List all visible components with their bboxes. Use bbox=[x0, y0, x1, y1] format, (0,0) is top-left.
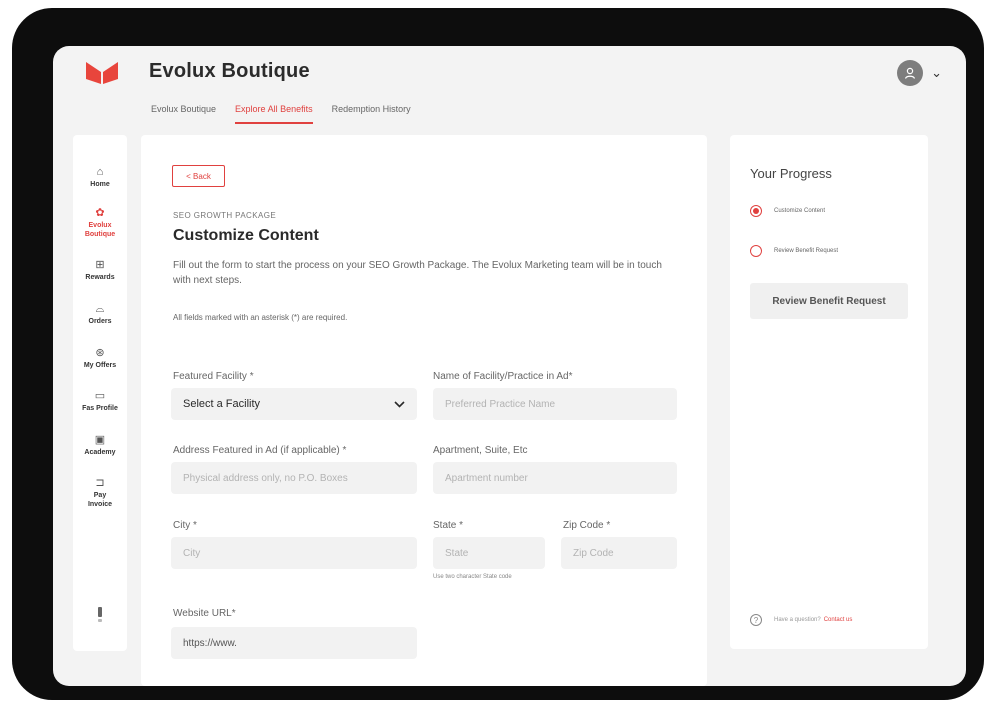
sidebar-item-label: Rewards bbox=[85, 274, 115, 281]
apartment-input[interactable]: Apartment number bbox=[433, 462, 677, 494]
nav-redemption-history[interactable]: Redemption History bbox=[332, 104, 411, 124]
step-label: Customize Content bbox=[774, 208, 826, 214]
sidebar: ⌂ Home ✿ Evolux Boutique ⊞ Rewards ⌓ Orde… bbox=[73, 135, 127, 651]
sidebar-item-evolux-boutique[interactable]: ✿ Evolux Boutique bbox=[73, 207, 127, 239]
app-title: Evolux Boutique bbox=[149, 60, 310, 82]
sidebar-item-rewards[interactable]: ⊞ Rewards bbox=[73, 259, 127, 282]
boutique-icon: ✿ bbox=[95, 207, 105, 219]
zip-code-label: Zip Code * bbox=[563, 520, 611, 531]
progress-step-customize[interactable]: Customize Content bbox=[750, 205, 825, 217]
offer-icon: ⊛ bbox=[95, 347, 105, 359]
address-label: Address Featured in Ad (if applicable) * bbox=[173, 445, 347, 456]
user-menu[interactable]: ⌄ bbox=[897, 60, 942, 86]
academy-icon: ▣ bbox=[94, 434, 106, 446]
chevron-down-icon bbox=[394, 400, 405, 408]
nav-explore-all-benefits[interactable]: Explore All Benefits bbox=[235, 104, 313, 124]
sidebar-item-orders[interactable]: ⌓ Orders bbox=[73, 303, 127, 326]
sidebar-item-academy[interactable]: ▣ Academy bbox=[73, 434, 127, 457]
state-input[interactable]: State bbox=[433, 537, 545, 569]
sidebar-toggle-icon[interactable] bbox=[95, 605, 105, 625]
practice-name-input[interactable]: Preferred Practice Name bbox=[433, 388, 677, 420]
app-screen: Evolux Boutique Evolux Boutique Explore … bbox=[53, 46, 966, 686]
sidebar-item-label: Academy bbox=[84, 449, 116, 456]
back-button[interactable]: < Back bbox=[172, 165, 225, 187]
sidebar-item-pay-invoice[interactable]: ⊐ Pay Invoice bbox=[73, 477, 127, 509]
sidebar-item-label: Fas Profile bbox=[82, 405, 118, 412]
zip-code-input[interactable]: Zip Code bbox=[561, 537, 677, 569]
package-eyebrow: SEO GROWTH PACKAGE bbox=[173, 211, 277, 220]
sidebar-item-home[interactable]: ⌂ Home bbox=[73, 166, 127, 189]
state-hint: Use two character State code bbox=[433, 574, 512, 580]
featured-facility-label: Featured Facility * bbox=[173, 371, 254, 382]
website-url-label: Website URL* bbox=[173, 608, 236, 619]
step-label: Review Benefit Request bbox=[774, 248, 839, 254]
help-row: ? Have a question? Contact us bbox=[750, 614, 852, 626]
chevron-down-icon: ⌄ bbox=[931, 65, 942, 80]
progress-title: Your Progress bbox=[750, 166, 832, 181]
sidebar-item-my-offers[interactable]: ⊛ My Offers bbox=[73, 347, 127, 370]
required-note: All fields marked with an asterisk (*) a… bbox=[173, 313, 348, 322]
invoice-icon: ⊐ bbox=[95, 477, 105, 489]
state-label: State * bbox=[433, 520, 464, 531]
avatar bbox=[897, 60, 924, 86]
practice-name-label: Name of Facility/Practice in Ad* bbox=[433, 371, 573, 382]
featured-facility-select[interactable]: Select a Facility bbox=[171, 388, 417, 420]
help-text: Have a question? bbox=[774, 617, 821, 623]
sidebar-item-label: Pay Invoice bbox=[87, 492, 113, 508]
form-card: < Back SEO GROWTH PACKAGE Customize Cont… bbox=[141, 135, 707, 686]
apartment-label: Apartment, Suite, Etc bbox=[433, 445, 528, 456]
profile-icon: ▭ bbox=[94, 390, 106, 402]
bag-icon: ⌓ bbox=[95, 303, 105, 315]
sidebar-item-fas-profile[interactable]: ▭ Fas Profile bbox=[73, 390, 127, 413]
top-nav: Evolux Boutique Explore All Benefits Red… bbox=[151, 104, 411, 124]
city-label: City * bbox=[173, 520, 197, 531]
website-url-input[interactable]: https://www. bbox=[171, 627, 417, 659]
sidebar-item-label: Home bbox=[90, 181, 110, 188]
page-title: Customize Content bbox=[173, 227, 319, 244]
step-active-radio-icon bbox=[750, 205, 762, 217]
sidebar-item-label: Evolux Boutique bbox=[84, 222, 116, 238]
sidebar-item-label: Orders bbox=[88, 318, 112, 325]
progress-card: Your Progress Customize Content Review B… bbox=[730, 135, 928, 649]
review-benefit-request-button[interactable]: Review Benefit Request bbox=[750, 283, 908, 319]
question-icon: ? bbox=[750, 614, 762, 626]
tablet-frame: Evolux Boutique Evolux Boutique Explore … bbox=[12, 8, 984, 700]
home-icon: ⌂ bbox=[96, 166, 104, 178]
intro-text: Fill out the form to start the process o… bbox=[173, 260, 662, 286]
city-input[interactable]: City bbox=[171, 537, 417, 569]
evolux-logo-icon bbox=[86, 62, 118, 84]
featured-facility-value: Select a Facility bbox=[183, 398, 261, 410]
gift-icon: ⊞ bbox=[95, 259, 105, 271]
nav-evolux-boutique[interactable]: Evolux Boutique bbox=[151, 104, 216, 124]
address-input[interactable]: Physical address only, no P.O. Boxes bbox=[171, 462, 417, 494]
user-icon bbox=[905, 67, 916, 79]
contact-us-link[interactable]: Contact us bbox=[824, 617, 853, 623]
progress-step-review[interactable]: Review Benefit Request bbox=[750, 245, 838, 257]
step-inactive-radio-icon bbox=[750, 245, 762, 257]
sidebar-item-label: My Offers bbox=[83, 362, 117, 369]
